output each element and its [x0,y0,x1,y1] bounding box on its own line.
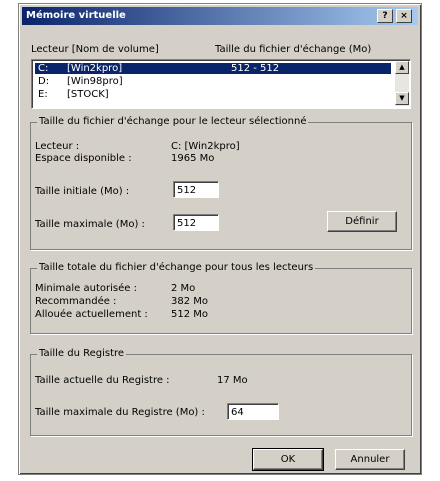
recommended-value: 382 Mo [171,296,209,307]
cancel-button[interactable]: Annuler [335,449,405,470]
size-column-header: Taille du fichier d'échange (Mo) [215,44,372,55]
min-allowed-value: 2 Mo [171,283,196,294]
drive-volume-name: [STOCK] [67,89,109,100]
allocated-value: 512 Mo [171,309,209,320]
window-title: Mémoire virtuelle [26,10,126,21]
close-button[interactable]: × [396,9,412,23]
drive-value: C: [Win2kpro] [171,141,240,152]
scroll-down-icon[interactable]: ▼ [395,92,409,105]
total-size-group: Taille totale du fichier d'échange pour … [30,262,412,334]
drive-row-d[interactable]: D: [Win98pro] [35,76,391,87]
recommended-label: Recommandée : [35,296,117,307]
total-size-group-title: Taille totale du fichier d'échange pour … [37,262,316,273]
drive-label: Lecteur : [35,141,80,152]
list-scrollbar[interactable]: ▲ ▼ [395,61,409,106]
min-allowed-label: Minimale autorisée : [35,283,137,294]
drive-column-header: Lecteur [Nom de volume] [31,44,159,55]
max-size-label: Taille maximale (Mo) : [35,219,145,230]
registry-current-label: Taille actuelle du Registre : [35,375,170,386]
drive-pagefile-size: 512 - 512 [231,63,280,74]
define-button[interactable]: Définir [327,211,397,232]
help-button[interactable]: ? [377,9,393,23]
drive-row-e[interactable]: E: [STOCK] [35,89,391,100]
drive-volume-name: [Win98pro] [67,76,123,87]
registry-group-title: Taille du Registre [37,348,127,359]
ok-button[interactable]: OK [252,448,324,471]
space-value: 1965 Mo [171,153,215,164]
drive-letter: D: [38,76,50,87]
drive-letter: C: [38,63,49,74]
drive-row-c[interactable]: C: [Win2kpro] 512 - 512 [35,63,391,74]
registry-max-input[interactable]: 64 [227,403,279,420]
registry-current-value: 17 Mo [217,375,248,386]
drive-letter: E: [38,89,48,100]
registry-max-label: Taille maximale du Registre (Mo) : [35,407,205,418]
allocated-label: Allouée actuellement : [35,309,148,320]
title-bar[interactable]: Mémoire virtuelle ? × [22,7,418,25]
registry-group: Taille du Registre Taille actuelle du Re… [30,348,412,436]
selected-drive-group-title: Taille du fichier d'échange pour le lect… [37,116,309,127]
initial-size-input[interactable]: 512 [173,181,219,198]
virtual-memory-dialog: Mémoire virtuelle ? × Lecteur [Nom de vo… [18,3,422,475]
max-size-input[interactable]: 512 [173,214,219,231]
space-label: Espace disponible : [35,153,132,164]
drive-volume-name: [Win2kpro] [67,63,123,74]
scroll-up-icon[interactable]: ▲ [395,61,409,74]
drive-list[interactable]: C: [Win2kpro] 512 - 512 D: [Win98pro] E:… [31,59,411,109]
selected-drive-group: Taille du fichier d'échange pour le lect… [30,116,412,250]
initial-size-label: Taille initiale (Mo) : [35,186,130,197]
